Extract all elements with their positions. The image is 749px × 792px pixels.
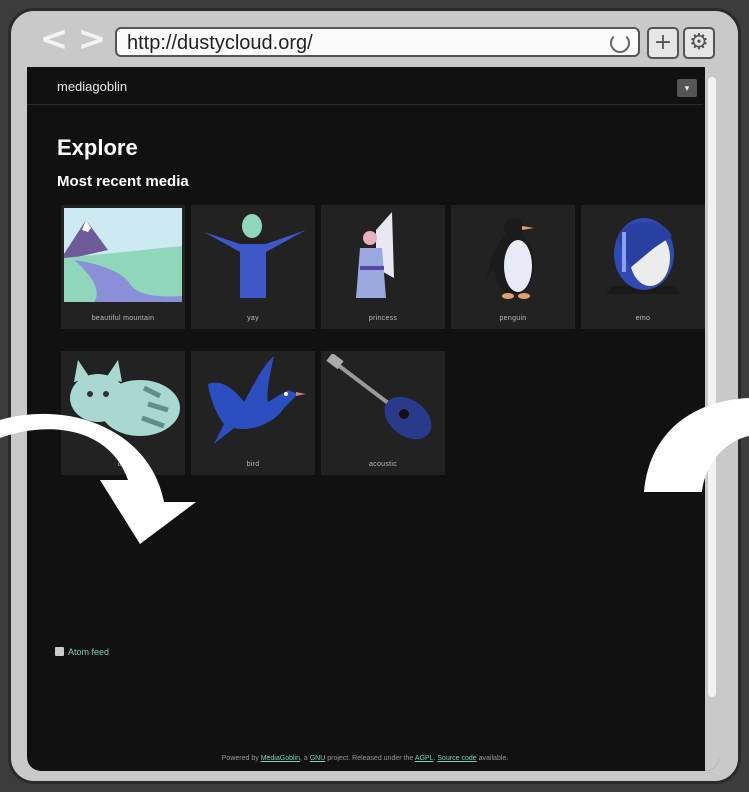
media-title: emo	[635, 315, 651, 322]
settings-button[interactable]: ⚙	[683, 27, 715, 59]
page-footer: Powered by MediaGoblin, a GNU project. R…	[27, 755, 703, 762]
media-title: acoustic	[368, 461, 398, 468]
url-text: http://dustycloud.org/	[127, 32, 313, 54]
reload-icon[interactable]	[610, 33, 630, 53]
bird-thumbnail-icon	[194, 354, 312, 448]
source-code-link[interactable]: Source code	[437, 755, 476, 762]
media-title: princess	[368, 315, 398, 322]
footer-text: project. Released under the	[325, 755, 415, 762]
media-tile-acoustic[interactable]: acoustic	[321, 351, 445, 475]
address-bar[interactable]: http://dustycloud.org/	[115, 27, 640, 57]
media-tile-emo[interactable]: emo	[581, 205, 705, 329]
header-dropdown-toggle[interactable]: ▾	[677, 79, 697, 97]
browser-toolbar: < > http://dustycloud.org/ + ⚙	[11, 11, 738, 67]
atom-feed-link[interactable]: Atom feed	[55, 647, 109, 657]
media-tile-beautiful-mountain[interactable]: beautiful mountain	[61, 205, 185, 329]
swipe-left-arrow-icon	[644, 398, 749, 492]
footer-text: Powered by	[221, 755, 261, 762]
media-title: beautiful mountain	[91, 315, 155, 322]
rss-feed-icon	[55, 647, 64, 656]
guitar-thumbnail-icon	[324, 354, 442, 448]
mediagoblin-link[interactable]: MediaGoblin	[261, 755, 300, 762]
agpl-link[interactable]: AGPL	[415, 755, 434, 762]
site-header: mediagoblin ▾	[27, 67, 703, 105]
section-title: Most recent media	[57, 173, 189, 190]
gnu-link[interactable]: GNU	[310, 755, 326, 762]
footer-text: , a	[300, 755, 310, 762]
media-tile-yay[interactable]: yay	[191, 205, 315, 329]
penguin-thumbnail-icon	[454, 208, 572, 302]
person-cheering-thumbnail-icon	[194, 208, 312, 302]
princess-thumbnail-icon	[324, 208, 442, 302]
site-logo-link[interactable]: mediagoblin	[57, 79, 127, 94]
swipe-right-arrow-icon	[0, 413, 196, 544]
mountain-thumbnail-icon	[64, 208, 182, 302]
media-tile-penguin[interactable]: penguin	[451, 205, 575, 329]
media-tile-princess[interactable]: princess	[321, 205, 445, 329]
media-title: penguin	[499, 315, 527, 322]
back-button[interactable]: <	[39, 22, 69, 56]
new-tab-button[interactable]: +	[647, 27, 679, 59]
browser-window: < > http://dustycloud.org/ + ⚙ mediagobl…	[8, 8, 741, 784]
forward-button[interactable]: >	[77, 22, 107, 56]
footer-text: available.	[476, 755, 509, 762]
page-title: Explore	[57, 135, 138, 160]
emo-portrait-thumbnail-icon	[584, 208, 702, 302]
scrollbar-thumb[interactable]	[708, 77, 716, 697]
atom-feed-label: Atom feed	[68, 647, 110, 657]
media-title: yay	[247, 315, 259, 322]
